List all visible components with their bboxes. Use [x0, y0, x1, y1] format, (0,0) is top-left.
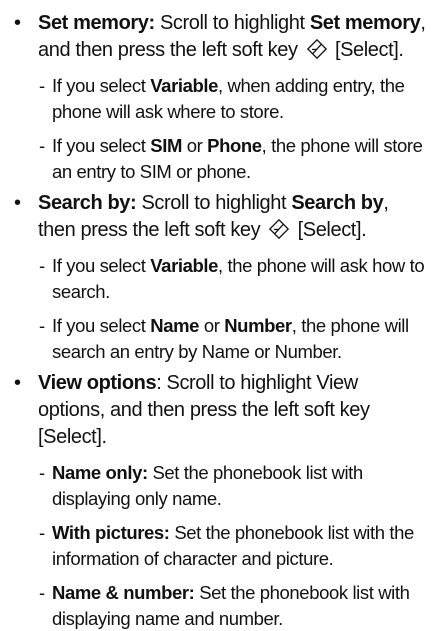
sub-item: - If you select Variable, when adding en… [12, 73, 428, 124]
sub-item: - Name & number: Set the phonebook list … [12, 580, 428, 631]
sub-item: - Name only: Set the phonebook list with… [12, 460, 428, 511]
bullet-marker: • [14, 12, 21, 34]
item-title: Search by: [38, 192, 137, 214]
sub-text-bold: Phone [207, 135, 262, 156]
sub-text-bold: Variable [150, 75, 219, 96]
sub-text: If you select [52, 255, 146, 276]
sub-text: If you select [52, 75, 146, 96]
item-title: View options [38, 372, 157, 394]
bullet-marker: • [14, 192, 21, 214]
sub-text: If you select [52, 135, 146, 156]
bullet-view-options: • View options: Scroll to highlight View… [12, 370, 428, 451]
dash-marker: - [39, 255, 45, 276]
sub-item: - If you select SIM or Phone, the phone … [12, 133, 428, 184]
sub-label: With pictures: [52, 522, 170, 543]
dash-marker: - [39, 315, 45, 336]
sub-text: or [203, 315, 220, 336]
sub-text-bold: Number [224, 315, 292, 336]
left-soft-key-icon [269, 218, 290, 240]
sub-label: Name only: [52, 462, 148, 483]
dash-marker: - [39, 522, 45, 543]
item-text: [Select]. [297, 219, 367, 241]
item-text-bold: Set memory [309, 12, 421, 34]
sub-text: If you select [52, 315, 146, 336]
dash-marker: - [39, 582, 45, 603]
bullet-marker: • [14, 372, 21, 394]
dash-marker: - [39, 462, 45, 483]
sub-item: - With pictures: Set the phonebook list … [12, 520, 428, 571]
item-text: [Select]. [334, 39, 404, 61]
sub-text-bold: Variable [150, 255, 219, 276]
sub-item: - If you select Name or Number, the phon… [12, 313, 428, 364]
dash-marker: - [39, 75, 45, 96]
sub-text-bold: SIM [150, 135, 182, 156]
item-text: Scroll to highlight [141, 192, 287, 214]
item-text-bold: Search by [291, 192, 384, 214]
sub-label: Name & number: [52, 582, 195, 603]
sub-item: - If you select Variable, the phone will… [12, 253, 428, 304]
sub-text-bold: Name [150, 315, 200, 336]
bullet-search-by: • Search by: Scroll to highlight Search … [12, 190, 428, 244]
left-soft-key-icon [306, 38, 327, 60]
manual-page: • Set memory: Scroll to highlight Set me… [0, 0, 436, 629]
item-text: Scroll to highlight [159, 12, 305, 34]
dash-marker: - [39, 135, 45, 156]
sub-text: or [186, 135, 203, 156]
item-title: Set memory: [38, 12, 155, 34]
bullet-set-memory: • Set memory: Scroll to highlight Set me… [12, 10, 428, 64]
